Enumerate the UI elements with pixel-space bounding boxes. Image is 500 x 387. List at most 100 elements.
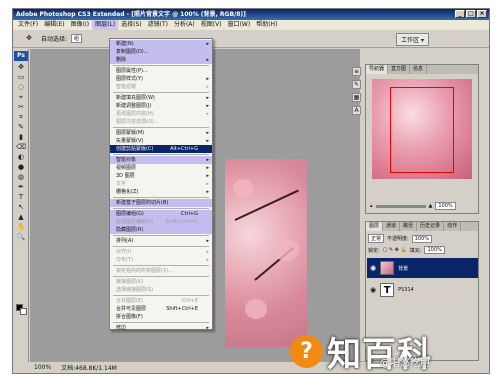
- layer-menu-item[interactable]: 图层样式(Y) ▸: [110, 75, 212, 83]
- path-select-icon[interactable]: ↖: [15, 203, 27, 212]
- layer-menu-item[interactable]: 拼合图像(F): [110, 313, 212, 321]
- submenu-arrow-icon: ▸: [206, 138, 209, 144]
- layer-menu-item[interactable]: 排列(A) ▸: [110, 237, 212, 245]
- layer-row-text[interactable]: ◉ T PS314: [367, 280, 478, 300]
- menu-separator: [113, 92, 209, 93]
- gradient-tool-icon[interactable]: ◐: [15, 153, 27, 162]
- menu-6[interactable]: 滤镜(T): [145, 20, 171, 30]
- menu-2[interactable]: 编辑(E): [41, 20, 67, 30]
- layer-menu-item[interactable]: 智能对象 ▸: [110, 156, 212, 164]
- zoom-out-icon[interactable]: ▴: [370, 203, 373, 209]
- zoom-in-icon[interactable]: ▲: [429, 203, 433, 209]
- eraser-tool-icon[interactable]: ⌫: [15, 143, 27, 152]
- workspace-menu[interactable]: 工作区 ▾: [396, 33, 429, 46]
- layers-tab-1[interactable]: 图层: [366, 222, 384, 231]
- dodge-tool-icon[interactable]: ◍: [15, 173, 27, 182]
- menu-5[interactable]: 选择(S): [118, 20, 145, 30]
- layer-menu-item[interactable]: 隐藏图层(R): [110, 226, 212, 234]
- layer-menu-item[interactable]: 修边 ▸: [110, 324, 212, 332]
- layer-menu-item: 文字 ▸: [110, 180, 212, 188]
- pen-tool-icon[interactable]: ✒: [15, 183, 27, 192]
- menu-item-label: 文字: [116, 181, 127, 187]
- maximize-button[interactable]: □: [466, 10, 476, 18]
- shortcut-label: Shift+Ctrl+G: [165, 219, 198, 225]
- layer-menu-item[interactable]: 图层蒙版(M) ▸: [110, 129, 212, 137]
- lock-icons[interactable]: ▢ ✎ ✥ 🔒: [383, 247, 407, 253]
- layer-menu-item[interactable]: 3D 图层 ▸: [110, 172, 212, 180]
- navigator-tab-2[interactable]: 直方图: [388, 65, 411, 74]
- menu-item-label: 链接图层(K): [116, 279, 144, 285]
- layers-tab-2[interactable]: 通道: [383, 222, 401, 231]
- eye-icon[interactable]: ◉: [370, 264, 376, 272]
- menu-separator: [113, 208, 209, 209]
- layer-menu-item[interactable]: 创建剪贴蒙版(C) Alt+Ctrl+G: [110, 145, 212, 153]
- layers-tab-5[interactable]: 动作: [444, 222, 462, 231]
- submenu-arrow-icon: ▸: [206, 130, 209, 136]
- layer-menu-item[interactable]: 栅格化(Z) ▸: [110, 188, 212, 196]
- background-color-swatch[interactable]: [20, 308, 27, 315]
- layer-menu-item[interactable]: 图层属性(P)...: [110, 67, 212, 75]
- character-icon[interactable]: A: [352, 106, 361, 115]
- auto-select-dropdown[interactable]: 组: [71, 34, 83, 43]
- layer-menu-item[interactable]: 图层编组(G) Ctrl+G: [110, 210, 212, 218]
- lasso-tool-icon[interactable]: ◌: [15, 83, 27, 92]
- menu-1[interactable]: 文件(F): [15, 20, 41, 30]
- zoom-tool-icon[interactable]: 🔍: [15, 233, 27, 242]
- blend-mode-select[interactable]: 正常: [368, 234, 385, 243]
- move-tool-icon[interactable]: ✥: [23, 34, 35, 43]
- type-tool-icon[interactable]: T: [15, 193, 27, 202]
- view-rectangle[interactable]: [390, 87, 454, 173]
- menu-8[interactable]: 视图(V): [198, 20, 225, 30]
- navigator-zoom-value[interactable]: 100%: [435, 202, 456, 210]
- navigator-tab-3[interactable]: 信息: [410, 65, 428, 74]
- layers-tab-3[interactable]: 路径: [400, 222, 418, 231]
- shape-tool-icon[interactable]: ▲: [15, 213, 27, 222]
- close-button[interactable]: ×: [477, 10, 487, 18]
- menu-7[interactable]: 分析(A): [171, 20, 198, 30]
- menu-3[interactable]: 图像(I): [68, 20, 92, 30]
- brush-preset-icon[interactable]: ✎: [352, 80, 361, 89]
- opacity-input[interactable]: 100%: [411, 234, 432, 243]
- blossom-shape: [233, 179, 253, 197]
- layer-menu-item[interactable]: 视频图层 ▸: [110, 164, 212, 172]
- brush-tool-icon[interactable]: ✎: [15, 123, 27, 132]
- layer-menu-item[interactable]: 新建调整图层(J) ▸: [110, 102, 212, 110]
- fill-input[interactable]: 100%: [424, 246, 445, 254]
- menu-4[interactable]: 图层(L): [92, 20, 119, 30]
- hand-tool-icon[interactable]: ✋: [15, 223, 27, 232]
- menu-item-label: 新建(N): [116, 41, 134, 47]
- navigator-tab-1[interactable]: 导航器: [366, 65, 389, 74]
- layer-menu-item[interactable]: 新建填充图层(W) ▸: [110, 94, 212, 102]
- layer-menu-item[interactable]: 删除 ▸: [110, 56, 212, 64]
- navigator-thumbnail[interactable]: [372, 79, 472, 179]
- menu-9[interactable]: 窗口(W): [225, 20, 254, 30]
- auto-select-label: 自动选择:: [41, 36, 68, 43]
- move-tool-icon[interactable]: ✥: [15, 63, 27, 72]
- eye-icon[interactable]: ◉: [370, 286, 376, 294]
- cherry-blossom-photo[interactable]: [225, 159, 307, 347]
- history-icon[interactable]: ≡: [352, 67, 361, 76]
- layer-menu-item[interactable]: 复制图层(D)...: [110, 48, 212, 56]
- menu-10[interactable]: 帮助(H): [253, 20, 280, 30]
- layer-menu-item: 对齐(I) ▸: [110, 248, 212, 256]
- minimize-button[interactable]: _: [455, 10, 465, 18]
- slice-tool-icon[interactable]: ⌗: [15, 113, 27, 122]
- layer-menu-item[interactable]: 合并可见图层 Shift+Ctrl+E: [110, 305, 212, 313]
- layer-menu-item[interactable]: 新建(N) ▸: [110, 40, 212, 48]
- status-zoom[interactable]: 100%: [34, 364, 51, 371]
- stamp-tool-icon[interactable]: ▮: [15, 133, 27, 142]
- menu-separator: [113, 276, 209, 277]
- menu-separator: [113, 322, 209, 323]
- layer-menu-item[interactable]: 矢量蒙版(V) ▸: [110, 137, 212, 145]
- watermark-logo: ?: [290, 335, 323, 368]
- swatches-icon[interactable]: ▦: [352, 93, 361, 102]
- magic-wand-icon[interactable]: ⌖: [15, 93, 27, 102]
- layer-menu-item[interactable]: 新建基于图层的切片(B): [110, 199, 212, 207]
- layer-menu-item: 锁定组内的所有图层(X)...: [110, 267, 212, 275]
- blur-tool-icon[interactable]: ●: [15, 163, 27, 172]
- marquee-tool-icon[interactable]: ▭: [15, 73, 27, 82]
- layers-tab-4[interactable]: 历史记录: [417, 222, 445, 231]
- layer-row-background[interactable]: ◉ 背景: [367, 258, 478, 278]
- zoom-slider[interactable]: [375, 204, 426, 208]
- crop-tool-icon[interactable]: ✂: [15, 103, 27, 112]
